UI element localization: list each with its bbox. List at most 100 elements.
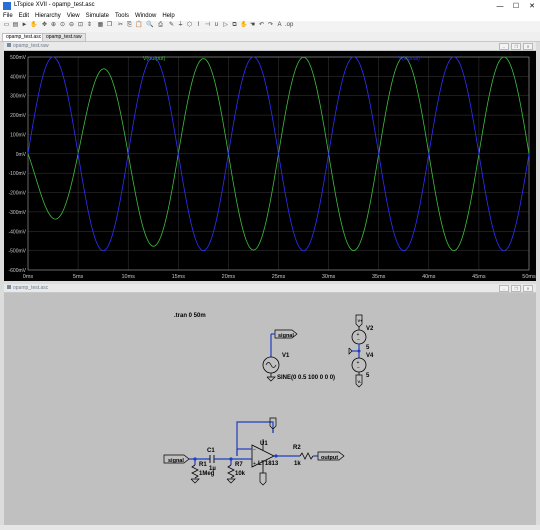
y-tick-label: 400mV (10, 74, 27, 80)
inductor-icon[interactable]: ʊ (213, 22, 220, 29)
pan-icon[interactable]: ✥ (41, 22, 48, 29)
plot-restore-button[interactable]: ❐ (511, 43, 521, 50)
minimize-button[interactable]: — (492, 0, 508, 12)
schematic-minimize-button[interactable]: – (499, 285, 509, 292)
halt-icon[interactable]: ✋ (30, 22, 37, 29)
schematic-close-button[interactable]: ✕ (523, 285, 533, 292)
zoom-pan-icon[interactable]: ⊙ (59, 22, 66, 29)
y-tick-label: -600mV (8, 268, 26, 274)
y-tick-label: -400mV (8, 229, 26, 235)
schematic-doc-icon (7, 285, 11, 289)
new-schematic-icon[interactable]: ▭ (3, 22, 10, 29)
ground-icon[interactable]: ⏚ (177, 22, 184, 29)
v2-name: V2 (366, 326, 374, 332)
zoom-out-icon[interactable]: ⊖ (68, 22, 75, 29)
r7-value: 10k (235, 471, 246, 477)
v4-name: V4 (366, 353, 374, 359)
zoom-in-icon[interactable]: ⊕ (50, 22, 57, 29)
menu-view[interactable]: View (64, 12, 83, 21)
y-tick-label: -100mV (8, 171, 26, 177)
svg-text:−: − (357, 366, 360, 372)
spice-directive[interactable]: .tran 0 50m (174, 313, 206, 319)
diode-icon[interactable]: ▷ (222, 22, 229, 29)
y-tick-label: -200mV (8, 191, 26, 197)
tab-schematic[interactable]: opamp_test.asc (2, 33, 46, 42)
schematic-window-titlebar[interactable]: opamp_test.asc – ❐ ✕ (4, 284, 536, 293)
supply-sources[interactable]: V+ + − + − V- (348, 314, 367, 388)
menu-help[interactable]: Help (159, 12, 177, 21)
menu-tools[interactable]: Tools (112, 12, 132, 21)
resistor-icon[interactable]: ⌇ (195, 22, 202, 29)
close-button[interactable]: ✕ (524, 0, 540, 12)
open-icon[interactable]: ▤ (12, 22, 19, 29)
move-icon[interactable]: ✋ (240, 22, 247, 29)
waveform-plot-pane[interactable]: 0ms 5ms 10ms 15ms 20ms 25ms 30ms 35ms 40ms 45ms 50… (4, 51, 536, 281)
run-icon[interactable]: ► (21, 22, 28, 29)
schematic-restore-button[interactable]: ❐ (511, 285, 521, 292)
status-bar (0, 525, 540, 530)
v4-value: 5 (366, 373, 370, 379)
y-tick-label: 500mV (10, 55, 27, 61)
u1-name: U1 (260, 441, 268, 447)
wire-icon[interactable]: ✎ (168, 22, 175, 29)
x-tick-label: 35ms (372, 274, 386, 280)
waveform-chart[interactable]: 0ms 5ms 10ms 15ms 20ms 25ms 30ms 35ms 40ms 45ms 50… (4, 51, 536, 281)
r2-value: 1k (294, 461, 301, 467)
menu-hierarchy[interactable]: Hierarchy (32, 12, 64, 21)
x-tick-label: 25ms (272, 274, 286, 280)
y-tick-label: 300mV (10, 94, 27, 100)
net-label-output: output (321, 455, 338, 461)
plot-close-button[interactable]: ✕ (523, 43, 533, 50)
y-tick-label: 200mV (10, 113, 27, 119)
capacitor-icon[interactable]: ⊣ (204, 22, 211, 29)
print-icon[interactable]: ⎙ (157, 22, 164, 29)
find-icon[interactable]: 🔍 (146, 22, 153, 29)
maximize-button[interactable]: ☐ (508, 0, 524, 12)
legend-v-signal: V(signal) (398, 56, 420, 62)
waveform-doc-icon (7, 43, 11, 47)
tab-waveform[interactable]: opamp_test.raw (42, 33, 86, 42)
schematic-canvas[interactable]: .tran 0 50m signal V1 SINE(0 0.5 100 0 0… (4, 293, 536, 525)
menu-simulate[interactable]: Simulate (83, 12, 112, 21)
redo-icon[interactable]: ↷ (267, 22, 274, 29)
x-tick-label: 20ms (222, 274, 236, 280)
r2-name: R2 (293, 445, 301, 451)
plot-minimize-button[interactable]: – (499, 43, 509, 50)
opamp-circuit[interactable]: − + (163, 417, 345, 486)
x-tick-label: 50ms (522, 274, 536, 280)
tile-icon[interactable]: ▦ (97, 22, 104, 29)
v1-name: V1 (282, 353, 290, 359)
drag-icon[interactable]: ☚ (249, 22, 256, 29)
app-icon (3, 2, 11, 10)
label-net-icon[interactable]: ⬡ (186, 22, 193, 29)
svg-text:−: − (357, 338, 360, 344)
menu-edit[interactable]: Edit (16, 12, 32, 21)
component-icon[interactable]: ⧉ (231, 22, 238, 29)
y-tick-label: -300mV (8, 210, 26, 216)
plot-window-titlebar[interactable]: opamp_test.raw – ❐ ✕ (4, 42, 536, 51)
r7-name: R7 (235, 462, 243, 468)
schematic-drawing[interactable]: .tran 0 50m signal V1 SINE(0 0.5 100 0 0… (4, 293, 536, 525)
u1-part: LT1813 (258, 461, 279, 467)
v2-value: 5 (366, 345, 370, 351)
copy-icon[interactable]: ⎘ (126, 22, 133, 29)
menu-file[interactable]: File (0, 12, 16, 21)
x-tick-label: 5ms (73, 274, 84, 280)
undo-icon[interactable]: ↶ (258, 22, 265, 29)
autorange-icon[interactable]: ⇕ (86, 22, 93, 29)
zoom-fit-icon[interactable]: ⊡ (77, 22, 84, 29)
x-tick-label: 15ms (172, 274, 186, 280)
r1-value: 1Meg (199, 471, 215, 477)
cascade-icon[interactable]: ❐ (106, 22, 113, 29)
v1-value: SINE(0 0.5 100 0 0 0) (277, 375, 335, 381)
y-tick-label: -500mV (8, 249, 26, 255)
v4-minus-label: V- (358, 379, 362, 384)
c1-name: C1 (207, 448, 215, 454)
text-icon[interactable]: A (276, 22, 283, 29)
cut-icon[interactable]: ✂ (117, 22, 124, 29)
r1-name: R1 (199, 462, 207, 468)
spice-directive-icon[interactable]: .op (285, 22, 293, 29)
menu-window[interactable]: Window (132, 12, 159, 21)
paste-icon[interactable]: 📋 (135, 22, 142, 29)
net-label-signal-v1: signal (278, 333, 294, 339)
